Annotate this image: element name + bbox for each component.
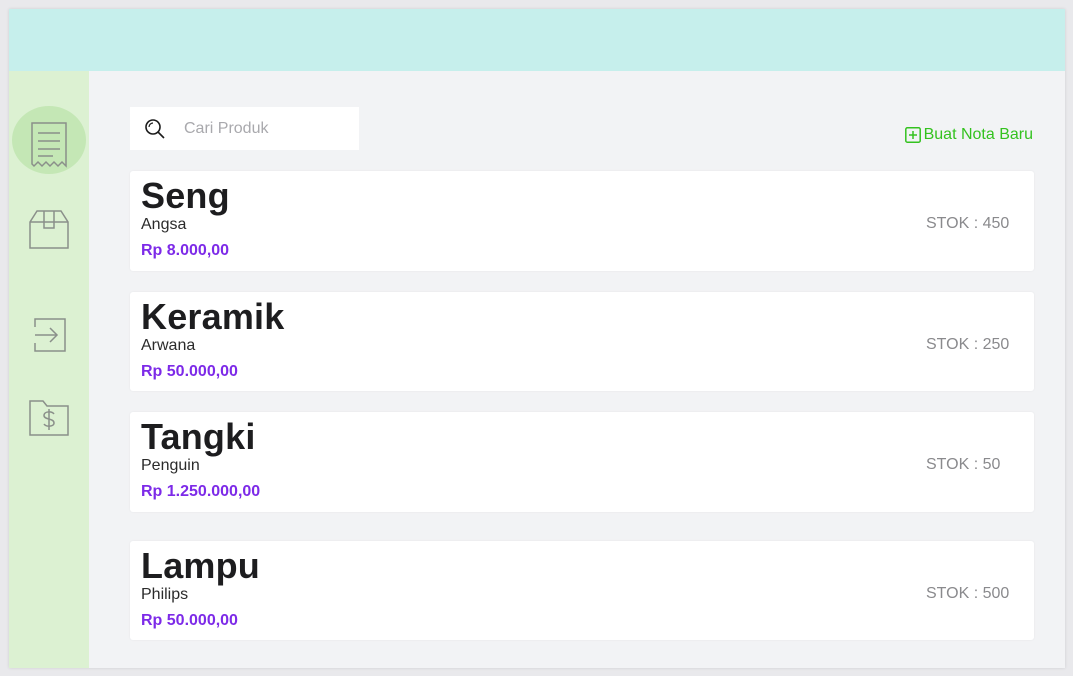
top-bar xyxy=(9,9,1065,71)
new-note-button[interactable]: Buat Nota Baru xyxy=(904,126,1033,144)
product-price: Rp 50.000,00 xyxy=(141,363,238,380)
product-stock: STOK : 450 xyxy=(926,215,1010,232)
search-input[interactable] xyxy=(182,118,346,139)
add-box-icon xyxy=(904,127,921,143)
sidebar xyxy=(9,71,89,668)
money-folder-icon xyxy=(29,400,69,436)
product-name: Tangki xyxy=(141,416,256,457)
app-window: Buat Nota Baru Seng Angsa Rp 8.000,00 ST… xyxy=(9,9,1065,668)
sidebar-item-products[interactable] xyxy=(25,205,73,253)
receipt-icon xyxy=(31,122,67,168)
product-brand: Penguin xyxy=(141,457,200,474)
product-card[interactable]: Tangki Penguin Rp 1.250.000,00 STOK : 50 xyxy=(130,412,1034,512)
sidebar-item-incoming[interactable] xyxy=(25,311,73,359)
product-name: Seng xyxy=(141,175,230,216)
product-brand: Arwana xyxy=(141,337,196,354)
search-icon xyxy=(144,118,166,140)
product-stock: STOK : 50 xyxy=(926,456,1001,473)
sidebar-item-finance[interactable] xyxy=(25,393,73,441)
product-card[interactable]: Seng Angsa Rp 8.000,00 STOK : 450 xyxy=(130,171,1034,271)
product-stock: STOK : 500 xyxy=(926,585,1010,602)
search-bar xyxy=(130,107,359,150)
product-brand: Angsa xyxy=(141,216,187,233)
product-name: Keramik xyxy=(141,296,285,337)
product-card[interactable]: Keramik Arwana Rp 50.000,00 STOK : 250 xyxy=(130,292,1034,391)
box-icon xyxy=(29,210,69,249)
product-card[interactable]: Lampu Philips Rp 50.000,00 STOK : 500 xyxy=(130,541,1034,640)
sidebar-item-receipts[interactable] xyxy=(12,106,86,174)
product-brand: Philips xyxy=(141,586,189,603)
product-price: Rp 8.000,00 xyxy=(141,242,230,259)
product-stock: STOK : 250 xyxy=(926,336,1010,353)
product-price: Rp 50.000,00 xyxy=(141,612,238,629)
product-name: Lampu xyxy=(141,545,261,586)
product-price: Rp 1.250.000,00 xyxy=(141,483,261,500)
login-icon xyxy=(34,318,66,352)
new-note-label: Buat Nota Baru xyxy=(923,126,1033,143)
